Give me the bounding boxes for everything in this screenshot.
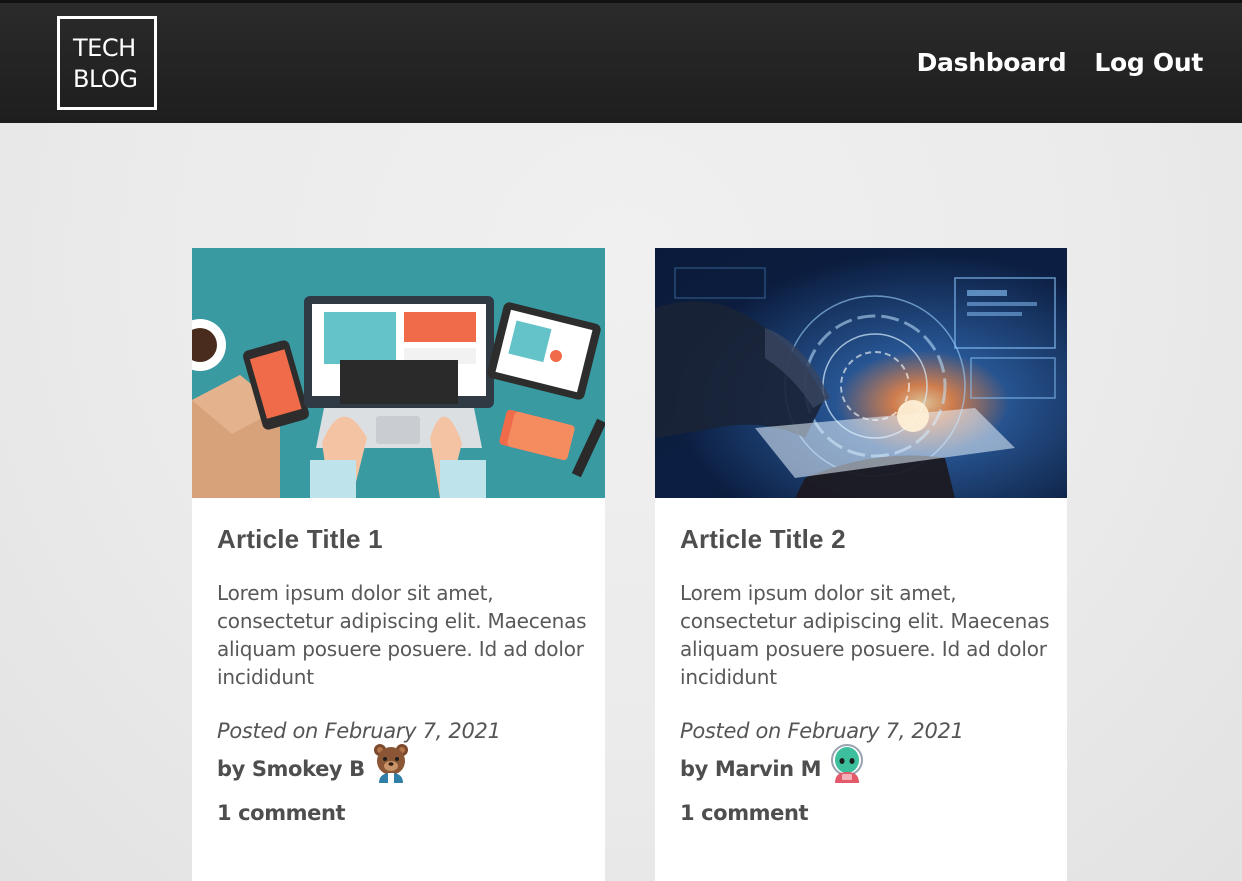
site-logo[interactable]: TECH BLOG <box>57 16 157 110</box>
article-title[interactable]: Article Title 1 <box>217 522 605 556</box>
author-line: by Marvin M <box>680 744 1067 787</box>
logo-line-2: BLOG <box>73 65 138 93</box>
nav-dashboard-link[interactable]: Dashboard <box>917 48 1067 77</box>
bear-avatar-icon <box>373 743 409 783</box>
comment-count-link[interactable]: 1 comment <box>217 801 346 825</box>
digital-tech-hand-illustration[interactable] <box>655 248 1067 498</box>
logo-line-1: TECH <box>73 34 136 62</box>
article-card[interactable]: Article Title 2 Lorem ipsum dolor sit am… <box>655 248 1067 881</box>
main-nav: Dashboard Log Out <box>917 48 1204 77</box>
post-date: Posted on February 7, 2021 <box>217 719 501 743</box>
article-card[interactable]: Article Title 1 Lorem ipsum dolor sit am… <box>192 248 605 881</box>
author-line: by Smokey B <box>217 744 605 787</box>
post-date: Posted on February 7, 2021 <box>680 719 964 743</box>
author-name: by Marvin M <box>680 757 822 781</box>
online-shopping-illustration[interactable] <box>192 248 605 498</box>
article-excerpt: Lorem ipsum dolor sit amet, consectetur … <box>680 581 1050 689</box>
card-body: Article Title 1 Lorem ipsum dolor sit am… <box>192 522 605 825</box>
site-header: TECH BLOG Dashboard Log Out <box>0 0 1242 123</box>
card-body: Article Title 2 Lorem ipsum dolor sit am… <box>655 522 1067 825</box>
article-title[interactable]: Article Title 2 <box>680 522 1067 556</box>
article-excerpt: Lorem ipsum dolor sit amet, consectetur … <box>217 581 587 689</box>
nav-logout-link[interactable]: Log Out <box>1094 48 1203 77</box>
comment-count-link[interactable]: 1 comment <box>680 801 809 825</box>
author-name: by Smokey B <box>217 757 365 781</box>
alien-avatar-icon <box>829 743 865 783</box>
